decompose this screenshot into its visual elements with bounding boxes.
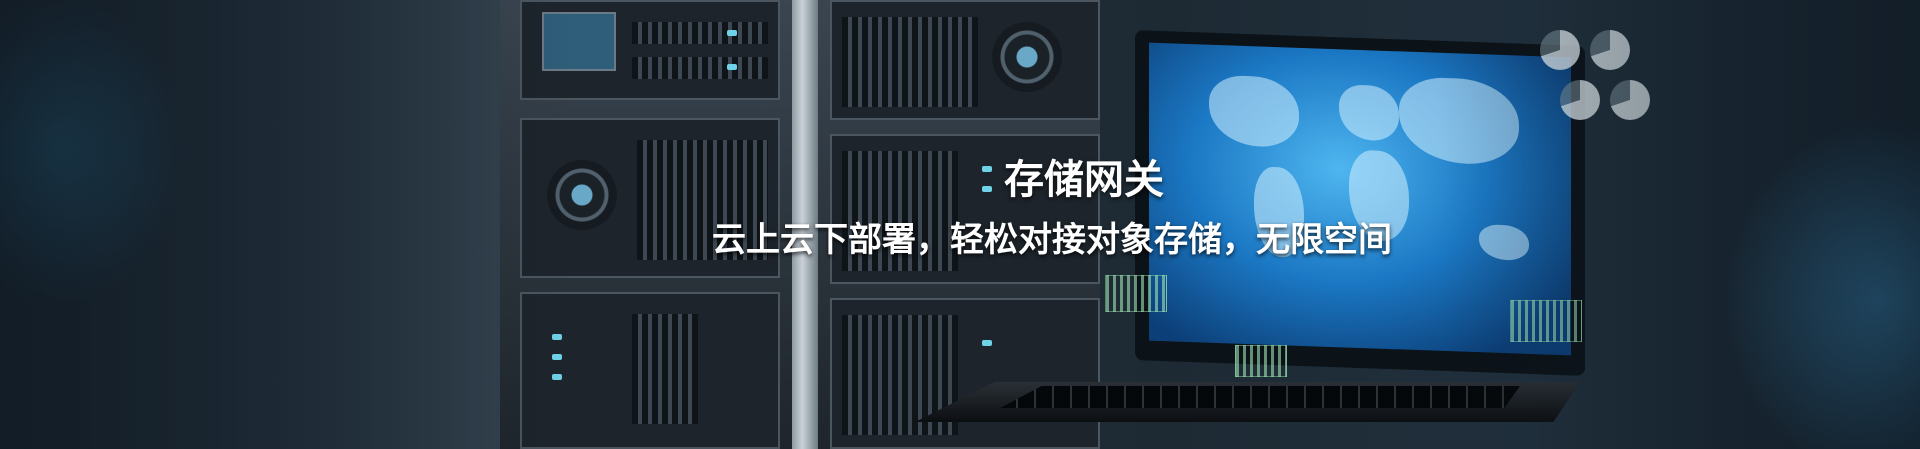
- banner-subtitle: 云上云下部署，轻松对接对象存储，无限空间: [712, 220, 1392, 260]
- banner-title: 存储网关: [1004, 157, 1164, 203]
- hero-banner: 存储网关 云上云下部署，轻松对接对象存储，无限空间: [0, 0, 1920, 449]
